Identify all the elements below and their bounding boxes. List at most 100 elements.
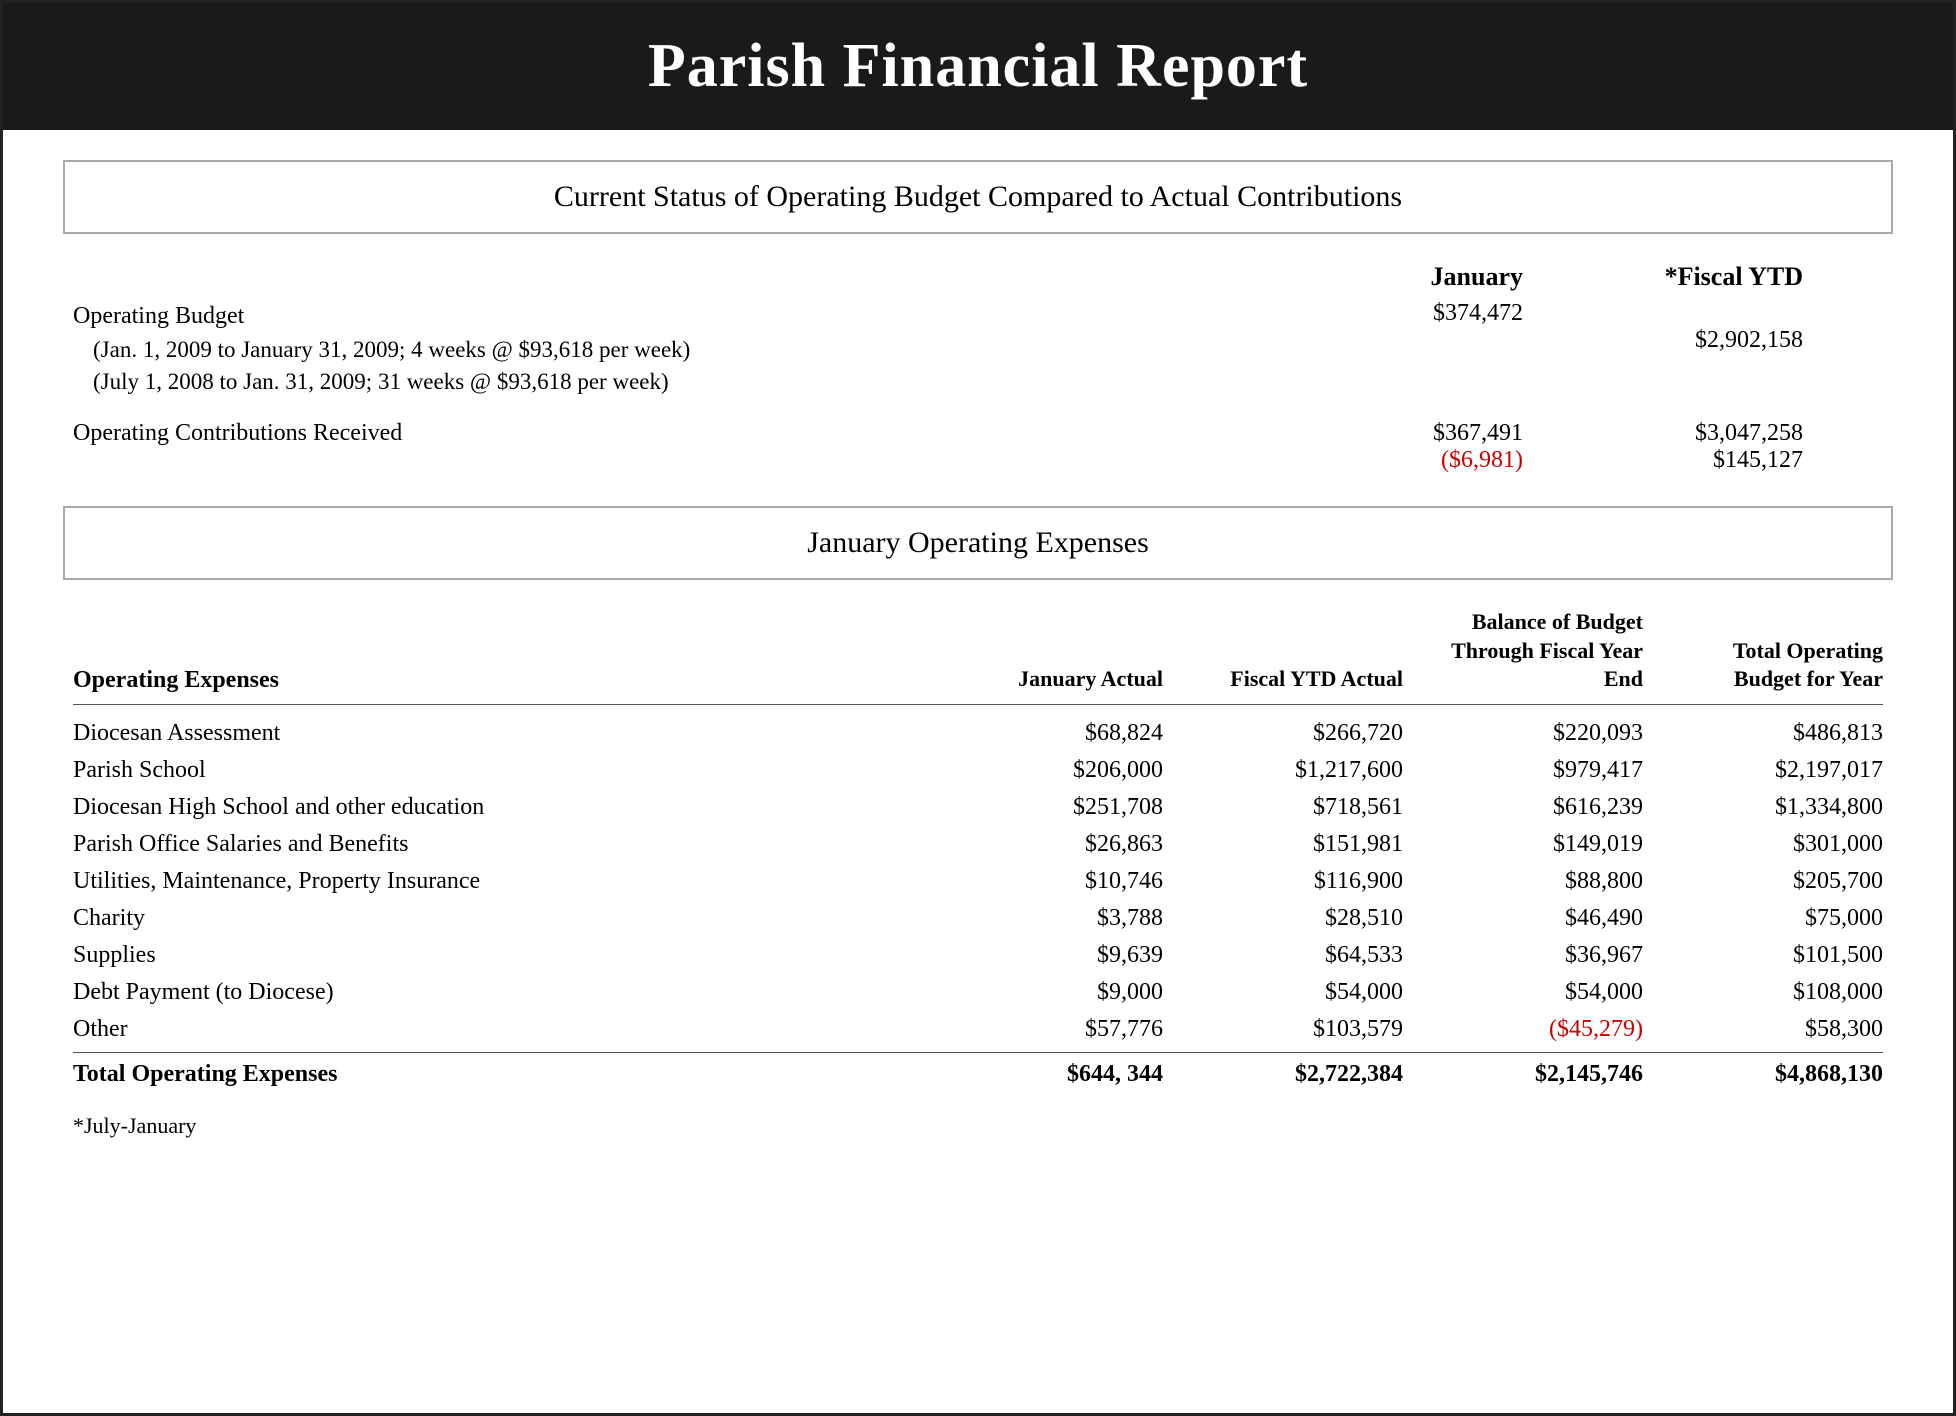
contributions-label: Operating Contributions Received bbox=[73, 420, 1243, 447]
page-title: Parish Financial Report bbox=[43, 31, 1913, 102]
ytd-budget-value: $2,902,158 bbox=[1563, 327, 1803, 354]
expense-jan-actual: $9,639 bbox=[943, 942, 1163, 969]
expenses-header: Operating Expenses January Actual Fiscal… bbox=[73, 608, 1883, 705]
expense-jan-actual: $206,000 bbox=[943, 757, 1163, 784]
main-content: Current Status of Operating Budget Compa… bbox=[3, 130, 1953, 1179]
table-row: Supplies $9,639 $64,533 $36,967 $101,500 bbox=[73, 937, 1883, 974]
expense-name: Other bbox=[73, 1016, 923, 1043]
contributions-jan-diff: ($6,981) bbox=[1283, 447, 1523, 474]
total-jan-actual: $644, 344 bbox=[943, 1061, 1163, 1088]
expense-total-budget: $486,813 bbox=[1663, 720, 1883, 747]
expense-balance: ($45,279) bbox=[1423, 1016, 1643, 1043]
expense-name: Diocesan High School and other education bbox=[73, 794, 923, 821]
expense-total-budget: $75,000 bbox=[1663, 905, 1883, 932]
operating-budget-title: Current Status of Operating Budget Compa… bbox=[554, 180, 1402, 213]
expense-balance: $54,000 bbox=[1423, 979, 1643, 1006]
january-col-header: January bbox=[1283, 262, 1523, 292]
expense-fiscal-ytd: $64,533 bbox=[1183, 942, 1403, 969]
jan-budget-value-empty2 bbox=[1283, 327, 1523, 354]
operating-budget-label: Operating Budget (Jan. 1, 2009 to Januar… bbox=[73, 300, 1243, 398]
expense-balance: $149,019 bbox=[1423, 831, 1643, 858]
exp-label-col-header: Operating Expenses bbox=[73, 667, 923, 694]
expense-jan-actual: $3,788 bbox=[943, 905, 1163, 932]
operating-budget-section: January *Fiscal YTD Operating Budget (Ja… bbox=[63, 262, 1893, 474]
exp-total-budget-header: Total Operating Budget for Year bbox=[1663, 637, 1883, 694]
expense-name: Debt Payment (to Diocese) bbox=[73, 979, 923, 1006]
table-row: Debt Payment (to Diocese) $9,000 $54,000 $5… bbox=[73, 974, 1883, 1011]
expense-fiscal-ytd: $54,000 bbox=[1183, 979, 1403, 1006]
table-row: Parish School $206,000 $1,217,600 $979,417 $… bbox=[73, 752, 1883, 789]
expense-balance: $220,093 bbox=[1423, 720, 1643, 747]
exp-fiscal-ytd-header: Fiscal YTD Actual bbox=[1183, 665, 1403, 694]
expense-total-budget: $101,500 bbox=[1663, 942, 1883, 969]
header: Parish Financial Report bbox=[3, 3, 1953, 130]
expense-total-budget: $205,700 bbox=[1663, 868, 1883, 895]
operating-budget-row: Operating Budget (Jan. 1, 2009 to Januar… bbox=[73, 300, 1883, 398]
contributions-jan: $367,491 bbox=[1283, 420, 1523, 447]
expense-name: Parish School bbox=[73, 757, 923, 784]
budget-col-headers: January *Fiscal YTD bbox=[73, 262, 1883, 292]
expense-fiscal-ytd: $266,720 bbox=[1183, 720, 1403, 747]
contributions-top-row: $367,491 $3,047,258 bbox=[1243, 420, 1803, 447]
expense-total-budget: $58,300 bbox=[1663, 1016, 1883, 1043]
page: Parish Financial Report Current Status o… bbox=[0, 0, 1956, 1416]
expense-name: Charity bbox=[73, 905, 923, 932]
jan-budget-desc: (Jan. 1, 2009 to January 31, 2009; 4 wee… bbox=[73, 334, 1243, 366]
expense-jan-actual: $9,000 bbox=[943, 979, 1163, 1006]
contributions-diff-row: ($6,981) $145,127 bbox=[1243, 447, 1803, 474]
expense-total-budget: $301,000 bbox=[1663, 831, 1883, 858]
expenses-rows: Diocesan Assessment$68,824$266,720$220,0… bbox=[73, 715, 1883, 1048]
fiscal-ytd-col-header: *Fiscal YTD bbox=[1563, 262, 1803, 292]
expenses-section-box: January Operating Expenses bbox=[63, 506, 1893, 580]
budget-jan-row: $374,472 bbox=[1243, 300, 1883, 327]
expense-jan-actual: $251,708 bbox=[943, 794, 1163, 821]
operating-budget-section-box: Current Status of Operating Budget Compa… bbox=[63, 160, 1893, 234]
table-row: Charity$3,788$28,510$46,490$75,000 bbox=[73, 900, 1883, 937]
expenses-title: January Operating Expenses bbox=[807, 526, 1149, 559]
total-fiscal-ytd: $2,722,384 bbox=[1183, 1061, 1403, 1088]
exp-jan-actual-header: January Actual bbox=[943, 665, 1163, 694]
total-total-budget: $4,868,130 bbox=[1663, 1061, 1883, 1088]
expense-name: Supplies bbox=[73, 942, 923, 969]
expense-name: Parish Office Salaries and Benefits bbox=[73, 831, 923, 858]
total-label: Total Operating Expenses bbox=[73, 1061, 923, 1088]
expense-jan-actual: $26,863 bbox=[943, 831, 1163, 858]
ytd-budget-value-empty bbox=[1563, 300, 1803, 327]
footnote: *July-January bbox=[63, 1113, 1893, 1139]
expense-balance: $46,490 bbox=[1423, 905, 1643, 932]
budget-ytd-row: $2,902,158 bbox=[1243, 327, 1883, 354]
expense-fiscal-ytd: $116,900 bbox=[1183, 868, 1403, 895]
expense-total-budget: $108,000 bbox=[1663, 979, 1883, 1006]
expense-total-budget: $1,334,800 bbox=[1663, 794, 1883, 821]
operating-budget-values: $374,472 $2,902,158 bbox=[1243, 300, 1883, 354]
contributions-row: Operating Contributions Received $367,49… bbox=[73, 420, 1883, 474]
expense-name: Utilities, Maintenance, Property Insuran… bbox=[73, 868, 923, 895]
expenses-section: Operating Expenses January Actual Fiscal… bbox=[63, 608, 1893, 1093]
contributions-section: Operating Contributions Received $367,49… bbox=[73, 420, 1883, 474]
table-row: Parish Office Salaries and Benefits $26,8… bbox=[73, 826, 1883, 863]
expense-jan-actual: $68,824 bbox=[943, 720, 1163, 747]
expense-balance: $616,239 bbox=[1423, 794, 1643, 821]
expense-fiscal-ytd: $1,217,600 bbox=[1183, 757, 1403, 784]
expense-balance: $88,800 bbox=[1423, 868, 1643, 895]
expenses-total-row: Total Operating Expenses $644, 344 $2,72… bbox=[73, 1052, 1883, 1093]
contributions-ytd: $3,047,258 bbox=[1563, 420, 1803, 447]
expense-balance: $36,967 bbox=[1423, 942, 1643, 969]
expense-jan-actual: $57,776 bbox=[943, 1016, 1163, 1043]
contributions-values: $367,491 $3,047,258 ($6,981) $145,127 bbox=[1243, 420, 1883, 474]
exp-balance-header: Balance of Budget Through Fiscal Year En… bbox=[1423, 608, 1643, 694]
ytd-budget-desc: (July 1, 2008 to Jan. 31, 2009; 31 weeks… bbox=[73, 366, 1243, 398]
expense-fiscal-ytd: $103,579 bbox=[1183, 1016, 1403, 1043]
expense-fiscal-ytd: $718,561 bbox=[1183, 794, 1403, 821]
contributions-ytd-diff: $145,127 bbox=[1563, 447, 1803, 474]
expense-fiscal-ytd: $151,981 bbox=[1183, 831, 1403, 858]
table-row: Utilities, Maintenance, Property Insuran… bbox=[73, 863, 1883, 900]
total-balance: $2,145,746 bbox=[1423, 1061, 1643, 1088]
table-row: Diocesan Assessment$68,824$266,720$220,0… bbox=[73, 715, 1883, 752]
jan-budget-value: $374,472 bbox=[1283, 300, 1523, 327]
table-row: Diocesan High School and other education… bbox=[73, 789, 1883, 826]
expense-total-budget: $2,197,017 bbox=[1663, 757, 1883, 784]
expense-jan-actual: $10,746 bbox=[943, 868, 1163, 895]
table-row: Other $57,776 $103,579 ($45,279) $58,300 bbox=[73, 1011, 1883, 1048]
expense-balance: $979,417 bbox=[1423, 757, 1643, 784]
